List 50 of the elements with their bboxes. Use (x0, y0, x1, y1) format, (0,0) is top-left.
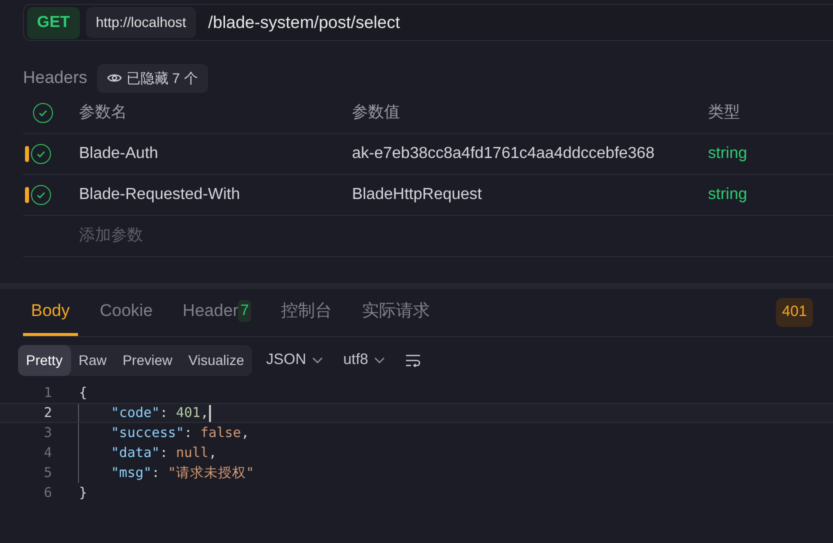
table-cell: Blade-Requested-With (79, 186, 240, 203)
line-number: 1 (42, 384, 52, 403)
column-header: 参数值 (352, 102, 401, 123)
checkbox[interactable] (33, 103, 53, 123)
view-mode-tab[interactable]: Pretty (18, 344, 71, 376)
text-cursor (208, 404, 211, 422)
eye-icon (107, 72, 122, 84)
status-code-badge: 401 (776, 298, 813, 327)
column-header: 参数名 (79, 102, 128, 123)
checkbox[interactable] (31, 144, 51, 164)
code-line: } (79, 484, 88, 503)
line-number: 4 (42, 444, 52, 463)
count-badge: 7 (238, 300, 251, 322)
wrap-icon[interactable] (405, 354, 422, 366)
type-label: string (708, 186, 748, 203)
hidden-headers-button[interactable]: 已隐藏 7 个 (97, 64, 208, 92)
line-number: 6 (42, 484, 52, 503)
type-label: string (708, 145, 748, 162)
url-bar[interactable]: GET http://localhost /blade-system/post/select (23, 4, 833, 41)
line-number: 5 (42, 464, 52, 483)
host-label[interactable]: http://localhost (86, 7, 196, 38)
caret-icon (312, 356, 324, 364)
checkbox[interactable] (31, 185, 51, 205)
table-cell: ak-e7eb38cc8a4fd1761c4aa4ddccebfe368 (352, 145, 654, 162)
view-mode-tab[interactable]: Visualize (180, 344, 252, 376)
table-cell: Blade-Auth (79, 145, 158, 162)
section-title: Headers (23, 67, 88, 90)
table-cell: BladeHttpRequest (352, 186, 482, 203)
modified-marker (25, 187, 29, 203)
code-line: "success": false, (110, 424, 250, 443)
caret-icon (374, 356, 386, 364)
response-tab[interactable]: 控制台 (272, 289, 340, 336)
view-mode-tab[interactable]: Raw (70, 344, 115, 376)
line-number: 2 (42, 404, 52, 423)
line-number: 3 (42, 424, 52, 443)
response-tab[interactable]: Body (23, 289, 78, 336)
response-tab[interactable]: 实际请求 (354, 289, 438, 336)
code-line: "msg": "请求未授权" (110, 464, 254, 483)
column-header: 类型 (708, 102, 741, 123)
method-label[interactable]: GET (27, 6, 80, 38)
code-line: "code": 401, (110, 404, 209, 423)
response-tab[interactable]: Cookie (92, 289, 161, 336)
code-line: { (79, 384, 88, 403)
view-mode-tab[interactable]: Preview (114, 344, 180, 376)
url-path: /blade-system/post/select (207, 12, 400, 34)
encoding-dropdown[interactable]: utf8 (337, 348, 392, 372)
format-dropdown[interactable]: JSON (260, 348, 330, 372)
response-tab[interactable]: Header7 (174, 289, 259, 336)
code-line: "data": null, (110, 444, 217, 463)
modified-marker (25, 146, 29, 162)
